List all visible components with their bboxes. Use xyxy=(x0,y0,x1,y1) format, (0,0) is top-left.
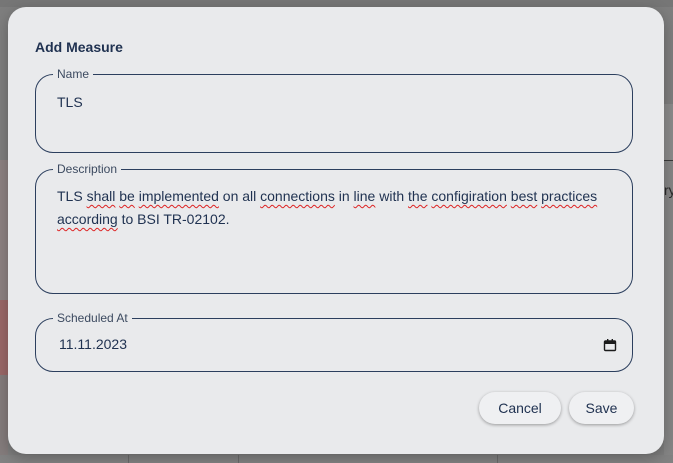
description-field-label: Description xyxy=(53,162,122,176)
backdrop-left-middle xyxy=(0,300,8,375)
description-text-segment: on all xyxy=(218,188,261,204)
spellcheck-flagged-word: be xyxy=(119,188,135,204)
spellcheck-flagged-word: implemented xyxy=(138,188,219,204)
description-field[interactable]: Description TLS shall be implemented on … xyxy=(35,162,633,294)
scheduled-at-field[interactable]: Scheduled At 11.11.2023 xyxy=(35,311,633,372)
scheduled-at-field-label: Scheduled At xyxy=(53,311,132,325)
save-button[interactable]: Save xyxy=(569,392,634,424)
spellcheck-flagged-word: the xyxy=(408,188,428,204)
name-field[interactable]: Name TLS xyxy=(35,67,633,153)
backdrop-right-lower xyxy=(664,161,673,463)
backdrop-column-divider xyxy=(497,455,498,463)
description-text-segment: in xyxy=(334,188,354,204)
backdrop-bottom xyxy=(0,455,673,463)
spellcheck-flagged-word: connections xyxy=(260,188,335,204)
spellcheck-flagged-word: practices xyxy=(541,188,598,204)
backdrop-column-divider xyxy=(128,455,129,463)
description-text-segment: to BSI TR-02102. xyxy=(117,211,230,227)
description-text-segment: TLS xyxy=(57,188,87,204)
spellcheck-flagged-word: best xyxy=(510,188,538,204)
add-measure-dialog: Add Measure Name TLS Description TLS sha… xyxy=(8,7,664,454)
backdrop-top xyxy=(0,0,673,7)
spellcheck-flagged-word: configiration xyxy=(431,188,507,204)
backdrop-left-lower xyxy=(0,375,8,463)
dialog-title: Add Measure xyxy=(35,39,123,55)
description-textarea-value[interactable]: TLS shall be implemented on all connecti… xyxy=(57,185,611,231)
spellcheck-flagged-word: line xyxy=(353,188,376,204)
spellcheck-flagged-word: according xyxy=(57,211,118,227)
backdrop-column-divider xyxy=(238,455,239,463)
backdrop-peek-text: ry xyxy=(664,182,673,198)
calendar-icon[interactable] xyxy=(603,338,617,352)
name-input-value[interactable]: TLS xyxy=(57,91,611,114)
backdrop-left-upper xyxy=(0,160,8,300)
name-field-label: Name xyxy=(53,67,94,81)
cancel-button[interactable]: Cancel xyxy=(479,392,561,424)
backdrop-right-upper xyxy=(664,104,673,160)
spellcheck-flagged-word: shall xyxy=(86,188,116,204)
scheduled-at-input-value[interactable]: 11.11.2023 xyxy=(59,333,592,356)
description-text-segment: with xyxy=(375,188,409,204)
